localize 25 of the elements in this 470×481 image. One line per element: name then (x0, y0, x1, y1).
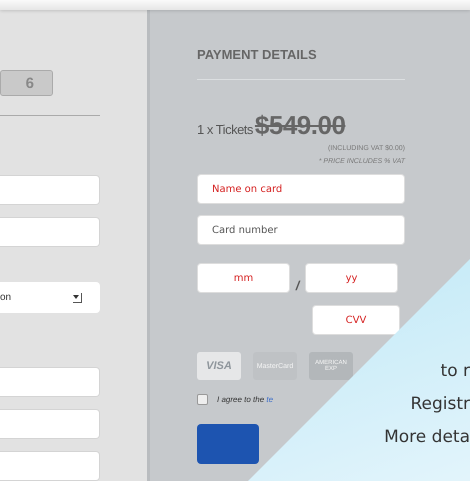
price: $549.00 (254, 110, 346, 141)
input-field[interactable] (0, 367, 100, 397)
terms-link[interactable]: te (266, 395, 274, 404)
terms-text: I agree to the te (217, 395, 274, 404)
banner-text: More deta (384, 426, 470, 449)
input-field[interactable] (0, 409, 100, 439)
dropdown-arrow-icon (72, 292, 82, 304)
quantity-label: 1 x Tickets (197, 122, 253, 137)
banner-text: to r (440, 360, 470, 383)
input-field[interactable] (0, 451, 100, 481)
select-field[interactable]: on (0, 282, 100, 313)
input-field[interactable] (0, 175, 100, 205)
input-field[interactable]: CVV (312, 305, 400, 335)
input-field[interactable]: mm (197, 263, 290, 293)
banner-text: Registr (410, 393, 470, 416)
input-field[interactable]: Name on card (197, 174, 405, 204)
submit-button[interactable] (197, 424, 259, 464)
separator: / (294, 278, 302, 293)
section-title: PAYMENT DETAILS (197, 47, 318, 62)
input-field[interactable]: Card number (197, 215, 405, 245)
checkbox[interactable] (197, 394, 208, 405)
input-field[interactable] (0, 217, 100, 247)
input-field[interactable]: yy (305, 263, 398, 293)
quantity-stepper[interactable]: 6 (0, 70, 53, 96)
visa-logo: VISA (197, 352, 241, 380)
